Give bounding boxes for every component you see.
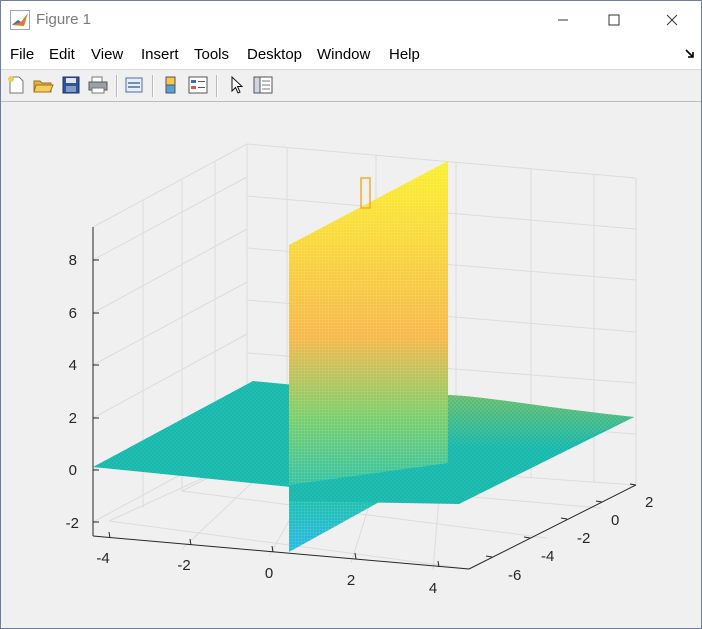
maximize-icon xyxy=(608,14,620,26)
legend-icon[interactable] xyxy=(187,74,209,96)
z-tick-label: -2 xyxy=(66,515,79,532)
x-tick-label: 2 xyxy=(347,572,355,589)
menu-tools[interactable]: Tools xyxy=(194,46,229,63)
y-tick-label: -4 xyxy=(541,548,554,565)
x-tick-label: 0 xyxy=(265,565,273,582)
maximize-button[interactable] xyxy=(591,1,637,39)
open-file-icon[interactable] xyxy=(32,74,54,96)
close-button[interactable] xyxy=(649,1,695,39)
menu-file[interactable]: File xyxy=(10,46,34,63)
z-tick-label: 2 xyxy=(69,410,77,427)
menu-insert[interactable]: Insert xyxy=(141,46,179,63)
x-tick-label: -4 xyxy=(96,550,109,567)
menu-desktop[interactable]: Desktop xyxy=(247,46,302,63)
menu-window[interactable]: Window xyxy=(317,46,370,63)
x-tick-label: -2 xyxy=(177,557,190,574)
close-icon xyxy=(666,14,678,26)
matlab-logo-icon xyxy=(10,10,30,30)
window-title: Figure 1 xyxy=(36,11,92,28)
y-tick-label: -2 xyxy=(577,530,590,547)
figure-window: Figure 1 File Edit View Insert Tools Des… xyxy=(0,0,702,629)
edit-plot-arrow-icon[interactable] xyxy=(226,74,248,96)
z-tick-label: 4 xyxy=(69,357,77,374)
toolbar xyxy=(1,70,701,102)
z-tick-label: 0 xyxy=(69,462,77,479)
minimize-icon xyxy=(558,19,568,21)
z-tick-label: 6 xyxy=(69,305,77,322)
colorbar-icon[interactable] xyxy=(160,74,182,96)
toolbar-separator xyxy=(216,75,218,97)
x-tick-label: 4 xyxy=(429,580,437,597)
toolbar-separator xyxy=(152,75,154,97)
menu-edit[interactable]: Edit xyxy=(49,46,75,63)
property-inspector-icon[interactable] xyxy=(252,74,274,96)
print-icon[interactable] xyxy=(87,74,109,96)
menu-bar: File Edit View Insert Tools Desktop Wind… xyxy=(1,39,701,70)
new-figure-icon[interactable] xyxy=(5,74,27,96)
menu-view[interactable]: View xyxy=(91,46,123,63)
link-plot-icon[interactable] xyxy=(123,74,145,96)
minimize-button[interactable] xyxy=(540,1,586,39)
y-tick-label: 2 xyxy=(645,494,653,511)
y-tick-label: -6 xyxy=(508,567,521,584)
surface-plot[interactable]: 8 6 4 2 0 -2 -4 -2 0 2 4 -6 -4 -2 0 2 xyxy=(1,102,701,628)
z-axis: 8 6 4 2 0 -2 xyxy=(66,252,99,532)
save-icon[interactable] xyxy=(60,74,82,96)
y-axis: -6 -4 -2 0 2 xyxy=(485,483,653,584)
toolbar-separator xyxy=(116,75,118,97)
z-tick-label: 8 xyxy=(69,252,77,269)
y-tick-label: 0 xyxy=(611,512,619,529)
dock-arrow-icon[interactable] xyxy=(685,49,695,59)
menu-help[interactable]: Help xyxy=(389,46,420,63)
title-bar: Figure 1 xyxy=(1,1,701,39)
